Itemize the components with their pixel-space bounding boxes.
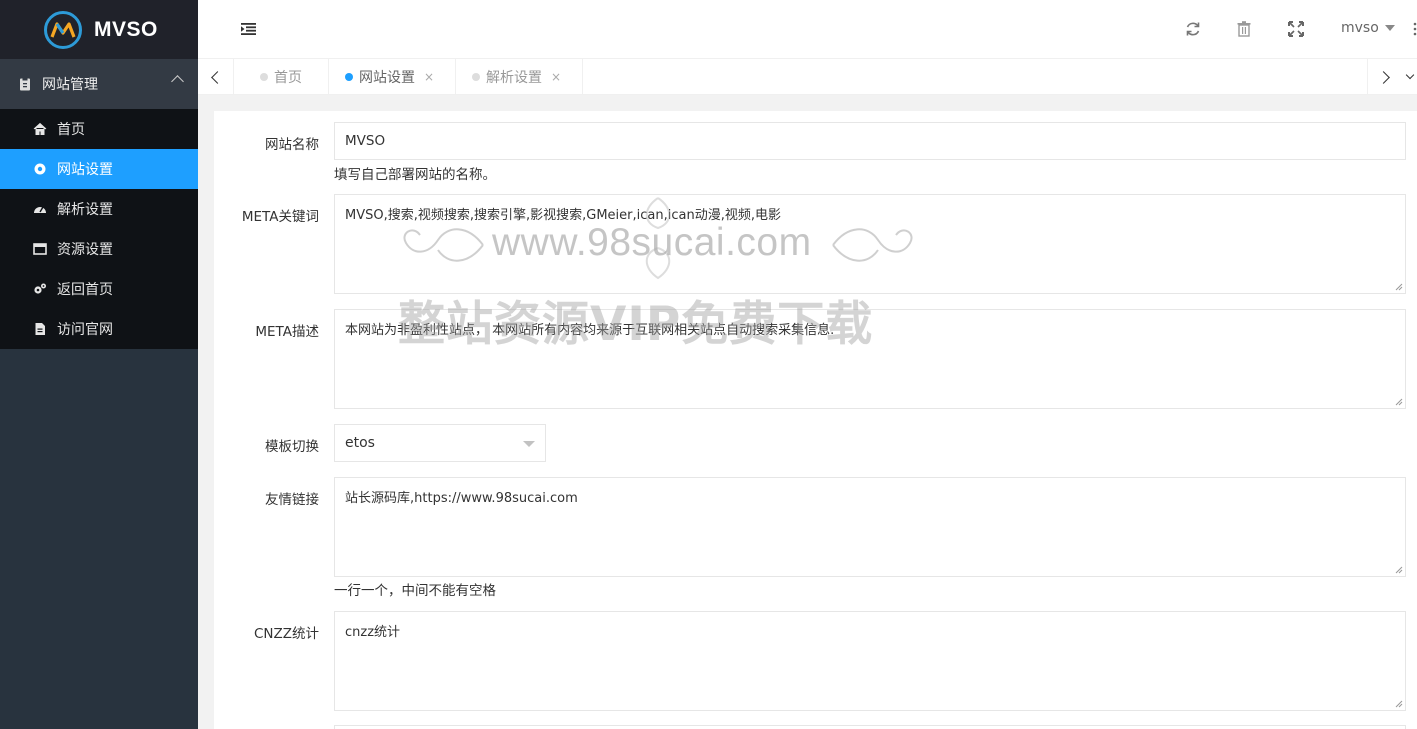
tabs-dropdown-button[interactable]	[1403, 59, 1417, 95]
caret-down-icon	[523, 441, 535, 447]
sidebar-item-label: 网站设置	[57, 162, 113, 178]
refresh-icon[interactable]	[1184, 20, 1202, 38]
username: mvso	[1341, 20, 1379, 36]
resize-handle-icon[interactable]	[1395, 566, 1403, 574]
top-header: mvso	[198, 0, 1417, 59]
meta-keywords-textarea[interactable]: MVSO,搜索,视频搜索,搜索引擎,影视搜索,GMeier,ican,ican动…	[334, 194, 1406, 294]
sidebar-item-label: 首页	[57, 122, 85, 138]
site-name-input[interactable]: MVSO	[334, 122, 1406, 160]
meta-description-label: META描述	[255, 324, 319, 340]
logo-icon	[44, 10, 82, 49]
clipboard-icon	[18, 77, 32, 91]
more-icon[interactable]	[1413, 22, 1417, 36]
chevron-down-icon	[1405, 70, 1415, 80]
tab-status-dot	[260, 73, 268, 81]
tab-label: 首页	[274, 70, 302, 86]
sidebar-item-parse-settings[interactable]: 解析设置	[0, 189, 198, 229]
meta-keywords-value: MVSO,搜索,视频搜索,搜索引擎,影视搜索,GMeier,ican,ican动…	[345, 208, 781, 223]
field-meta-keywords: META关键词 MVSO,搜索,视频搜索,搜索引擎,影视搜索,GMeier,ic…	[214, 194, 1417, 294]
tab-label: 解析设置	[486, 70, 542, 86]
close-icon[interactable]: ×	[424, 70, 434, 84]
user-menu[interactable]: mvso	[1341, 20, 1395, 36]
sidebar-menu: 首页 网站设置 解析设置 资源设置 返回首页 访问官网	[0, 109, 198, 349]
gears-icon	[33, 282, 47, 296]
cnzz-textarea[interactable]: cnzz统计	[334, 611, 1406, 711]
field-template: 模板切换 etos	[214, 424, 1417, 462]
tab-status-dot	[345, 73, 353, 81]
window-icon	[33, 242, 47, 256]
sidebar-item-site-settings[interactable]: 网站设置	[0, 149, 198, 189]
sidebar-item-resource-settings[interactable]: 资源设置	[0, 229, 198, 269]
trash-icon[interactable]	[1235, 20, 1253, 38]
tab-label: 网站设置	[359, 70, 415, 86]
template-label: 模板切换	[265, 439, 319, 455]
field-friend-links: 友情链接 站长源码库,https://www.98sucai.com 一行一个，…	[214, 477, 1417, 599]
home-icon	[33, 122, 47, 136]
template-selected-value: etos	[345, 435, 375, 451]
resize-handle-icon[interactable]	[1395, 398, 1403, 406]
close-icon[interactable]: ×	[551, 70, 561, 84]
tabs-scroll-right-button[interactable]	[1367, 59, 1403, 95]
sidebar: MVSO 网站管理 首页 网站设置 解析设置 资源设置 返回首页 访问官网	[0, 0, 198, 729]
tab-parse-settings[interactable]: 解析设置 ×	[456, 59, 583, 95]
sidebar-group-label: 网站管理	[42, 77, 98, 93]
chevron-right-icon	[1377, 70, 1390, 84]
field-meta-description: META描述 本网站为非盈利性站点， 本网站所有内容均来源于互联网相关站点自动搜…	[214, 309, 1417, 409]
app-name: MVSO	[94, 17, 158, 41]
site-name-hint: 填写自己部署网站的名称。	[334, 167, 496, 183]
tabs-scroll-left-button[interactable]	[198, 59, 234, 95]
cnzz-value: cnzz统计	[345, 625, 401, 640]
settings-icon	[33, 162, 47, 176]
sidebar-item-back-home[interactable]: 返回首页	[0, 269, 198, 309]
field-site-name: 网站名称 MVSO 填写自己部署网站的名称。	[214, 122, 1417, 183]
tab-status-dot	[472, 73, 480, 81]
next-field-input[interactable]	[334, 725, 1406, 729]
site-name-label: 网站名称	[265, 137, 319, 153]
tab-home[interactable]: 首页	[234, 59, 329, 95]
dashboard-icon	[33, 202, 47, 216]
sidebar-item-label: 解析设置	[57, 202, 113, 218]
tabs-bar: 首页 网站设置 × 解析设置 ×	[198, 59, 1417, 95]
sidebar-group-site-management[interactable]: 网站管理	[0, 59, 198, 109]
file-icon	[33, 322, 47, 336]
field-cnzz: CNZZ统计 cnzz统计	[214, 611, 1417, 711]
resize-handle-icon[interactable]	[1395, 700, 1403, 708]
logo[interactable]: MVSO	[0, 0, 198, 59]
sidebar-item-official-site[interactable]: 访问官网	[0, 309, 198, 349]
menu-toggle-icon[interactable]	[241, 23, 256, 35]
resize-handle-icon[interactable]	[1395, 283, 1403, 291]
friend-links-value: 站长源码库,https://www.98sucai.com	[345, 491, 578, 506]
chevron-left-icon	[211, 70, 224, 84]
chevron-up-icon[interactable]	[171, 75, 184, 88]
sidebar-item-label: 访问官网	[57, 322, 113, 338]
settings-form: 网站名称 MVSO 填写自己部署网站的名称。 META关键词 MVSO,搜索,视…	[214, 111, 1417, 729]
sidebar-item-label: 资源设置	[57, 242, 113, 258]
meta-description-textarea[interactable]: 本网站为非盈利性站点， 本网站所有内容均来源于互联网相关站点自动搜索采集信息.	[334, 309, 1406, 409]
tab-site-settings[interactable]: 网站设置 ×	[329, 59, 456, 95]
meta-description-value: 本网站为非盈利性站点， 本网站所有内容均来源于互联网相关站点自动搜索采集信息.	[345, 323, 835, 338]
friend-links-hint: 一行一个，中间不能有空格	[334, 583, 496, 599]
sidebar-item-home[interactable]: 首页	[0, 109, 198, 149]
sidebar-item-label: 返回首页	[57, 282, 113, 298]
meta-keywords-label: META关键词	[241, 209, 319, 225]
friend-links-textarea[interactable]: 站长源码库,https://www.98sucai.com	[334, 477, 1406, 577]
template-select[interactable]: etos	[334, 424, 546, 462]
friend-links-label: 友情链接	[265, 492, 319, 508]
cnzz-label: CNZZ统计	[253, 626, 319, 642]
caret-down-icon	[1384, 25, 1395, 31]
fullscreen-icon[interactable]	[1287, 20, 1305, 38]
